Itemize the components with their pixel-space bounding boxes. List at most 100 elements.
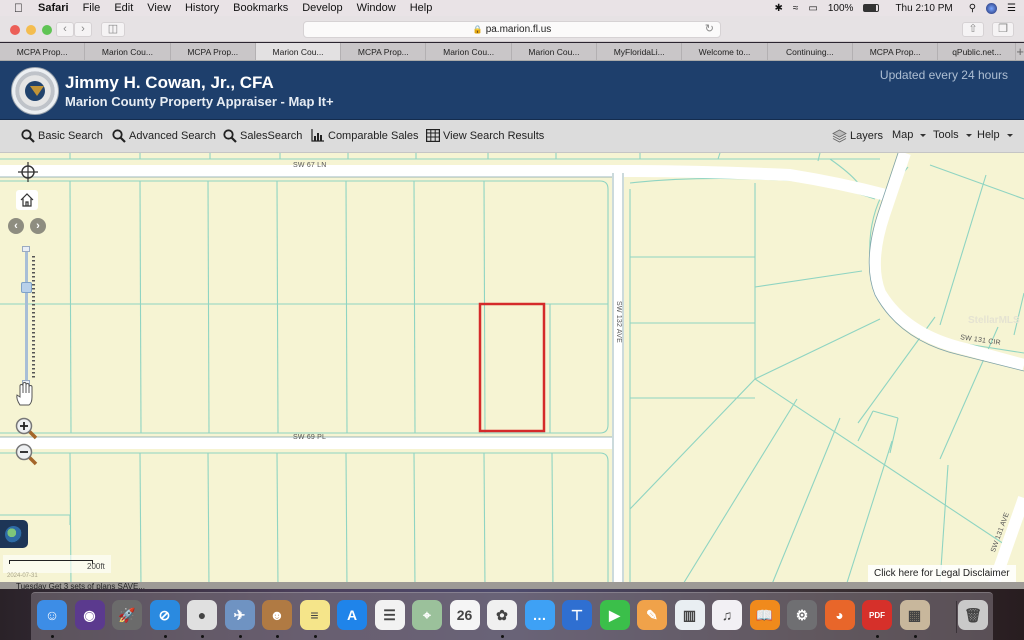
menu-view[interactable]: View (147, 2, 171, 14)
browser-tab[interactable]: MCPA Prop... (341, 43, 427, 60)
dock-app-finder-icon[interactable]: ☺ (37, 600, 67, 630)
basic-search-button[interactable]: Basic Search (21, 129, 103, 143)
airplay-icon[interactable]: ▭ (808, 3, 817, 14)
spotlight-icon[interactable]: ⚲ (969, 3, 976, 14)
dock-app-contacts-icon[interactable]: ☻ (262, 600, 292, 630)
back-button[interactable]: ‹ (56, 22, 74, 37)
dock-app-numbers-icon[interactable]: ▥ (674, 600, 705, 630)
dock-app-messages-icon[interactable]: … (524, 600, 555, 630)
dock-app-itunes-icon[interactable]: ♫ (712, 600, 742, 630)
zoom-in-button[interactable] (14, 416, 40, 445)
browser-tab[interactable]: Continuing... (768, 43, 853, 60)
dock-app-photos-icon[interactable]: ✿ (487, 600, 517, 630)
map-menu[interactable]: Map (892, 129, 927, 141)
dock-app-chrome-icon[interactable]: ● (187, 600, 217, 630)
reload-icon[interactable]: ↻ (705, 22, 714, 37)
forward-button[interactable]: › (74, 22, 92, 37)
comparable-sales-button[interactable]: Comparable Sales (311, 129, 419, 142)
dock-app-reminders-icon[interactable]: ☰ (374, 600, 405, 630)
apple-icon[interactable]:  (14, 1, 28, 15)
wifi-icon[interactable]: ≈ (793, 3, 799, 14)
zoom-slider-track[interactable] (25, 252, 28, 382)
menu-history[interactable]: History (185, 2, 219, 14)
dock-app-pages-icon[interactable]: ✎ (637, 600, 667, 630)
dock-app-siri-icon[interactable]: ◉ (74, 600, 105, 630)
share-icon[interactable]: ⇧ (962, 22, 984, 37)
window-close-button[interactable] (10, 25, 20, 35)
dock-app-app-store-icon[interactable]: A (337, 600, 367, 630)
browser-tab[interactable]: MyFloridaLi... (597, 43, 683, 60)
browser-tab[interactable]: Welcome to... (682, 43, 768, 60)
browser-tab[interactable]: Marion Cou... (512, 43, 598, 60)
selected-parcel-highlight[interactable] (478, 302, 546, 433)
browser-tab[interactable]: Marion Cou... (426, 43, 512, 60)
menu-file[interactable]: File (83, 2, 101, 14)
new-tab-button[interactable]: + (1016, 43, 1024, 60)
dock-app-trash-icon[interactable]: 🗑 (958, 600, 988, 630)
dock-app-safari-icon[interactable]: ⊘ (149, 600, 180, 630)
dock-app-table-tool-icon[interactable]: ▦ (899, 600, 930, 630)
dock-app-system-preferences-icon[interactable]: ⚙ (787, 600, 817, 630)
browser-tab[interactable]: MCPA Prop... (853, 43, 939, 60)
battery-icon[interactable] (863, 4, 880, 12)
layers-icon (832, 129, 847, 143)
zoom-out-button[interactable] (14, 442, 40, 471)
layers-button[interactable]: Layers (832, 129, 883, 143)
zoom-slider[interactable] (21, 246, 38, 386)
dock-app-maps-icon[interactable]: ⌖ (412, 600, 442, 630)
menu-edit[interactable]: Edit (114, 2, 133, 14)
zoom-slider-increment[interactable] (22, 246, 30, 252)
dock-app-preview-icon[interactable]: ✈ (224, 600, 255, 630)
dock-app-keynote-icon[interactable]: ⊤ (562, 600, 592, 630)
previous-extent-button[interactable]: ‹ (8, 218, 24, 234)
next-extent-button[interactable]: › (30, 218, 46, 234)
tab-overview-icon[interactable]: ❐ (992, 22, 1014, 37)
road-label-sw-69-pl: SW 69 PL (293, 434, 327, 441)
menu-app-safari[interactable]: Safari (38, 2, 69, 14)
siri-icon[interactable] (986, 2, 998, 14)
dock-app-notes-icon[interactable]: ≡ (299, 600, 330, 630)
dock-app-launchpad-icon[interactable]: 🚀 (112, 600, 142, 630)
legal-disclaimer-link[interactable]: Click here for Legal Disclaimer (868, 565, 1016, 583)
dock-app-ibooks-icon[interactable]: 📖 (749, 600, 780, 630)
dock-running-indicator (238, 635, 242, 638)
browser-tab-active[interactable]: Marion Cou... (255, 43, 342, 60)
dock-app-firefox-icon[interactable]: ◕ (824, 600, 855, 630)
dock-running-indicator (313, 635, 317, 638)
help-menu[interactable]: Help (977, 129, 1013, 141)
menu-bookmarks[interactable]: Bookmarks (233, 2, 288, 14)
dock-separator (956, 601, 957, 633)
advanced-search-button[interactable]: Advanced Search (112, 129, 216, 143)
menu-window[interactable]: Window (357, 2, 396, 14)
locate-button[interactable] (18, 162, 38, 187)
zoom-in-icon (15, 417, 38, 440)
browser-tab[interactable]: Marion Cou... (85, 43, 171, 60)
browser-tab[interactable]: MCPA Prop... (0, 43, 86, 60)
browser-tab[interactable]: MCPA Prop... (171, 43, 256, 60)
clock[interactable]: Thu 2:10 PM (895, 3, 952, 14)
road-label-sw-67-ln: SW 67 LN (293, 162, 327, 169)
window-minimize-button[interactable] (26, 25, 36, 35)
dock-app-calendar-icon[interactable]: 26 (449, 600, 480, 630)
zoom-slider-thumb[interactable] (21, 282, 32, 293)
crosshair-icon (18, 162, 38, 182)
home-extent-button[interactable] (16, 190, 38, 210)
property-appraiser-seal-logo[interactable] (11, 67, 59, 115)
sidebar-toggle-icon[interactable]: ◫ (101, 22, 125, 37)
dock-running-indicator (913, 635, 917, 638)
dock-app-facetime-icon[interactable]: ▶ (599, 600, 630, 630)
address-bar[interactable]: 🔒 pa.marion.fl.us ↻ (303, 21, 721, 38)
bluetooth-icon[interactable]: ✱ (775, 3, 783, 14)
pan-tool-button[interactable] (14, 381, 38, 412)
window-fullscreen-button[interactable] (42, 25, 52, 35)
sales-search-button[interactable]: SalesSearch (223, 129, 302, 143)
dock-app-pdf-expert-icon[interactable]: PDF (862, 600, 892, 630)
view-search-results-button[interactable]: View Search Results (426, 129, 544, 142)
menu-develop[interactable]: Develop (302, 2, 342, 14)
basemap-gallery-button[interactable] (0, 520, 28, 548)
notification-center-icon[interactable]: ☰ (1007, 3, 1016, 14)
menu-help[interactable]: Help (410, 2, 433, 14)
parcel-map[interactable]: SW 67 LN SW 69 PL SW 132 AVE SW 131 CIR … (0, 153, 1024, 589)
browser-tab[interactable]: qPublic.net... (938, 43, 1017, 60)
tools-menu[interactable]: Tools (933, 129, 972, 141)
